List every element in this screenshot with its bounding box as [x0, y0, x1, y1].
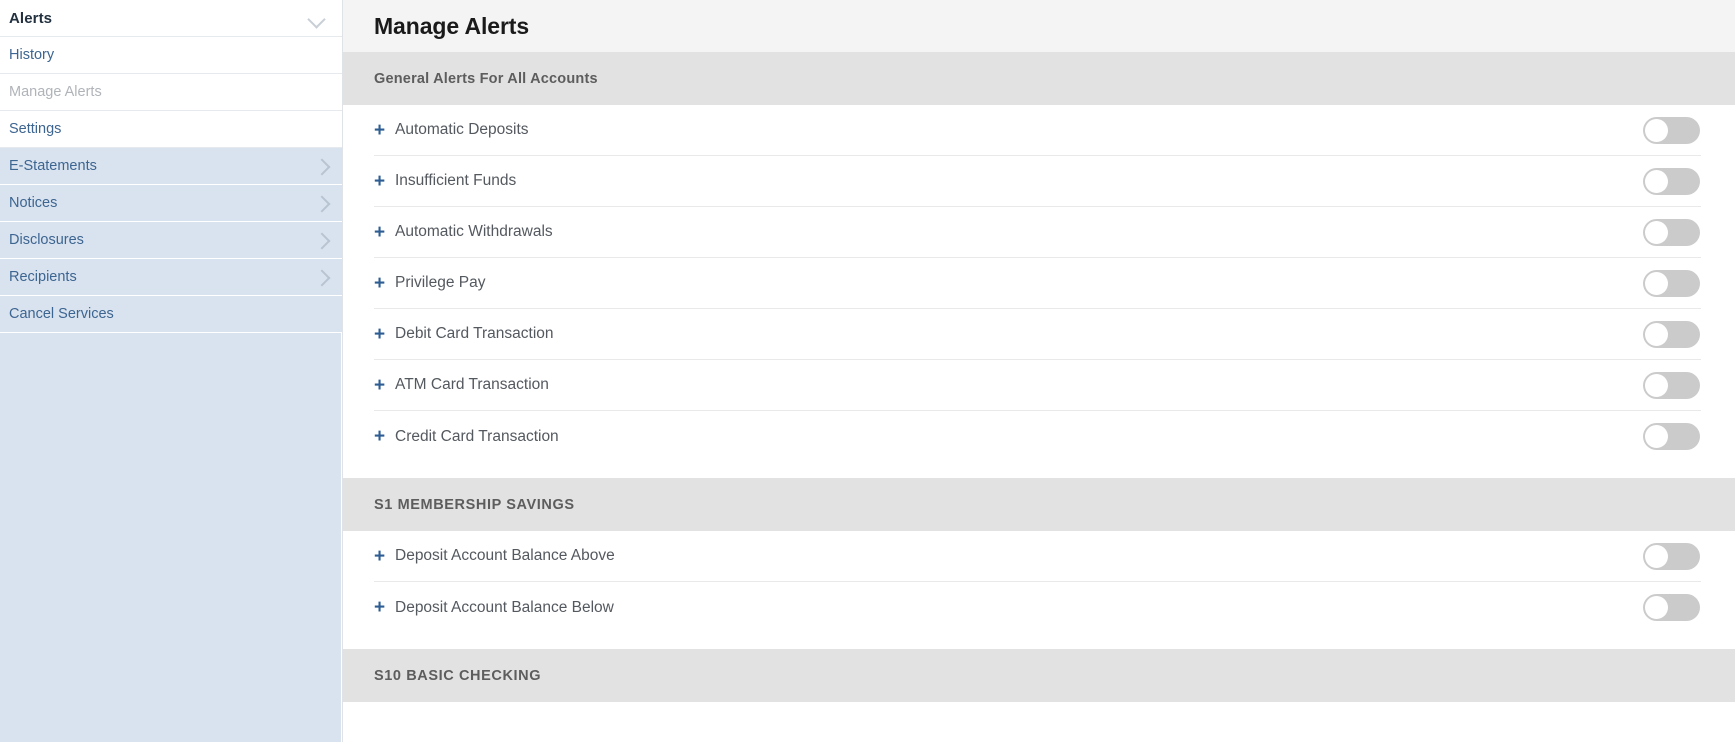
sidebar-item-cancel-services[interactable]: Cancel Services [0, 296, 342, 333]
chevron-right-icon [315, 234, 328, 247]
plus-icon[interactable]: + [374, 427, 391, 446]
toggle-knob [1645, 220, 1668, 244]
section-spacer [343, 633, 1735, 649]
alert-label: Deposit Account Balance Below [395, 598, 614, 616]
sidebar-item-label: Settings [9, 121, 62, 137]
plus-icon[interactable]: + [374, 121, 391, 140]
sidebar: Alerts History Manage Alerts Settings E-… [0, 0, 343, 742]
alert-label: ATM Card Transaction [395, 376, 549, 393]
alert-row[interactable]: + Debit Card Transaction [374, 309, 1701, 360]
sidebar-item-label: Disclosures [9, 232, 84, 248]
toggle-knob [1645, 544, 1668, 568]
sidebar-item-disclosures[interactable]: Disclosures [0, 222, 342, 259]
sidebar-item-label: Manage Alerts [9, 84, 102, 100]
section-header-s10-basic-checking: S10 BASIC CHECKING [343, 649, 1735, 702]
sidebar-item-history[interactable]: History [0, 37, 342, 74]
toggle-knob [1645, 322, 1668, 346]
sidebar-item-notices[interactable]: Notices [0, 185, 342, 222]
section-header-s1-membership-savings: S1 MEMBERSHIP SAVINGS [343, 478, 1735, 531]
sidebar-item-label: Cancel Services [9, 306, 114, 322]
main-content: Manage Alerts General Alerts For All Acc… [343, 0, 1735, 742]
alert-label: Automatic Deposits [395, 121, 529, 138]
section-title: S1 MEMBERSHIP SAVINGS [374, 496, 575, 513]
page-title: Manage Alerts [374, 12, 530, 39]
sidebar-item-label: Recipients [9, 269, 77, 285]
toggle-knob [1645, 118, 1668, 142]
sidebar-item-label: E-Statements [9, 158, 97, 174]
toggle-knob [1645, 425, 1668, 448]
sidebar-header-title: Alerts [9, 9, 53, 27]
alert-toggle[interactable] [1643, 594, 1700, 621]
alert-toggle[interactable] [1643, 167, 1700, 195]
alert-toggle[interactable] [1643, 423, 1700, 450]
toggle-knob [1645, 271, 1668, 295]
alert-label: Insufficient Funds [395, 172, 517, 189]
alert-label: Debit Card Transaction [395, 325, 554, 342]
alert-row[interactable]: + Credit Card Transaction [374, 411, 1701, 462]
sidebar-item-manage-alerts[interactable]: Manage Alerts [0, 74, 342, 111]
plus-icon[interactable]: + [374, 325, 391, 344]
alert-label: Privilege Pay [395, 274, 486, 291]
alert-row[interactable]: + Automatic Withdrawals [374, 207, 1701, 258]
sidebar-item-label: History [9, 47, 55, 63]
section-body-s1-membership-savings: + Deposit Account Balance Above + Deposi… [343, 531, 1735, 649]
alert-toggle[interactable] [1643, 218, 1700, 246]
alert-row[interactable]: + Deposit Account Balance Below [374, 582, 1701, 633]
alert-toggle[interactable] [1643, 116, 1700, 144]
alert-label: Deposit Account Balance Above [395, 547, 615, 564]
alert-row[interactable]: + Privilege Pay [374, 258, 1701, 309]
toggle-knob [1645, 596, 1668, 619]
section-header-general-alerts: General Alerts For All Accounts [343, 52, 1735, 105]
sidebar-item-e-statements[interactable]: E-Statements [0, 148, 342, 185]
sidebar-item-label: Notices [9, 195, 58, 211]
section-body-general-alerts: + Automatic Deposits + Insufficient Fund… [343, 105, 1735, 478]
alert-row[interactable]: + ATM Card Transaction [374, 360, 1701, 411]
toggle-knob [1645, 373, 1668, 397]
section-title: General Alerts For All Accounts [374, 70, 598, 87]
toggle-knob [1645, 169, 1668, 193]
section-title: S10 BASIC CHECKING [374, 667, 542, 684]
sidebar-item-recipients[interactable]: Recipients [0, 259, 342, 296]
alert-toggle[interactable] [1643, 320, 1700, 348]
sidebar-item-settings[interactable]: Settings [0, 111, 342, 148]
chevron-right-icon [315, 197, 328, 210]
alert-row[interactable]: + Automatic Deposits [374, 105, 1701, 156]
sidebar-background-fill [0, 330, 341, 742]
alert-row[interactable]: + Insufficient Funds [374, 156, 1701, 207]
chevron-right-icon [315, 271, 328, 284]
chevron-down-icon[interactable] [308, 13, 325, 23]
plus-icon[interactable]: + [374, 376, 391, 395]
plus-icon[interactable]: + [374, 547, 391, 566]
page-header: Manage Alerts [343, 0, 1735, 52]
section-spacer [343, 462, 1735, 478]
chevron-right-icon [315, 160, 328, 173]
plus-icon[interactable]: + [374, 223, 391, 242]
alert-label: Automatic Withdrawals [395, 223, 553, 240]
app-root: Alerts History Manage Alerts Settings E-… [0, 0, 1735, 742]
alert-toggle[interactable] [1643, 371, 1700, 399]
plus-icon[interactable]: + [374, 598, 391, 617]
sidebar-header[interactable]: Alerts [0, 0, 342, 37]
plus-icon[interactable]: + [374, 172, 391, 191]
alert-row[interactable]: + Deposit Account Balance Above [374, 531, 1701, 582]
alert-toggle[interactable] [1643, 269, 1700, 297]
plus-icon[interactable]: + [374, 274, 391, 293]
alert-toggle[interactable] [1643, 542, 1700, 570]
alert-label: Credit Card Transaction [395, 427, 559, 445]
